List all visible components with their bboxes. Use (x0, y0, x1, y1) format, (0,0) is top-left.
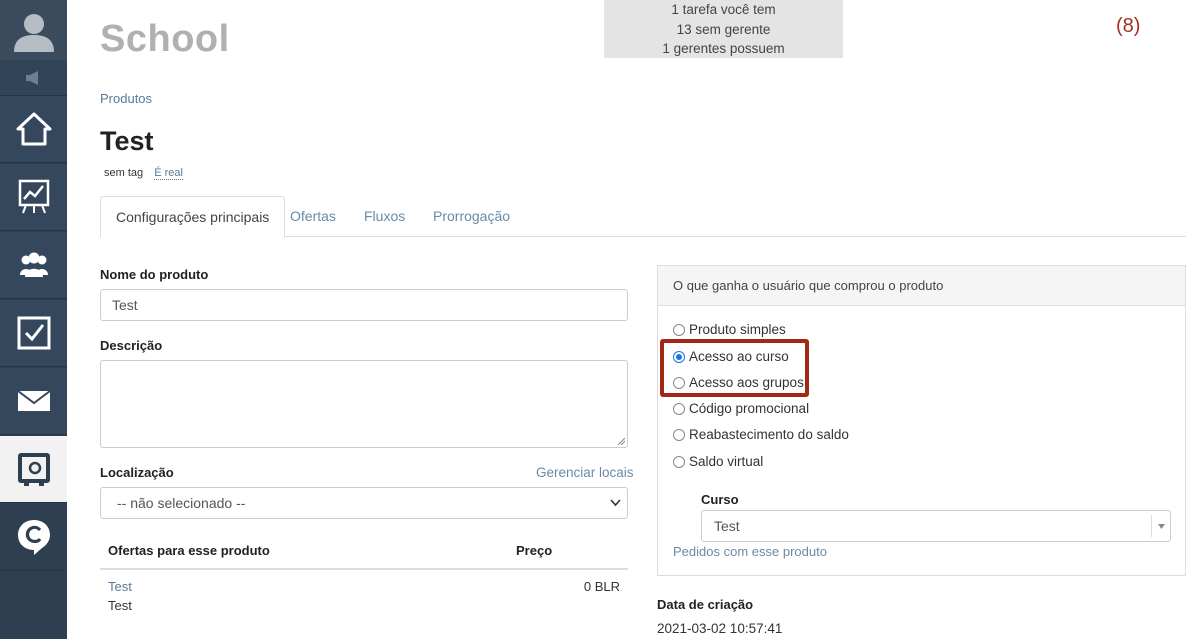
location-select[interactable]: -- não selecionado -- (100, 487, 628, 519)
radio-label: Código promocional (689, 401, 810, 416)
notifications-button[interactable] (0, 60, 67, 96)
price-column-header: Preço (516, 543, 553, 558)
users-icon (19, 252, 48, 277)
highlight-annotation (660, 339, 809, 397)
description-textarea[interactable] (100, 360, 628, 448)
radio-balance-refill[interactable]: Reabastecimento do saldo (673, 427, 849, 442)
location-select-value: -- não selecionado -- (117, 495, 246, 511)
product-name-label: Nome do produto (100, 267, 209, 282)
home-icon (16, 112, 51, 146)
orders-link[interactable]: Pedidos com esse produto (673, 544, 827, 559)
offers-column-header: Ofertas para esse produto (108, 543, 270, 558)
course-select-value: Test (714, 518, 740, 534)
safe-icon (17, 453, 50, 486)
offer-link[interactable]: Test (108, 579, 132, 594)
radio-virtual-balance[interactable]: Saldo virtual (673, 454, 763, 469)
offer-price: 0 BLR (583, 579, 620, 594)
created-date-label: Data de criação (657, 597, 754, 612)
select-divider (1151, 515, 1152, 537)
offer-name: Test (108, 598, 132, 613)
product-type-panel: O que ganha o usuário que comprou o prod… (657, 265, 1186, 576)
sidebar-item-users[interactable] (0, 232, 67, 299)
radio-button[interactable] (673, 428, 685, 441)
notification-counter[interactable]: (8) (1116, 15, 1140, 38)
user-avatar[interactable] (0, 0, 67, 60)
tag-label: sem tag (104, 167, 144, 179)
task-summary-line: 1 gerentes possuem (662, 41, 785, 56)
caret-down-icon (1158, 524, 1165, 529)
offers-table-header: Ofertas para esse produto Preço (100, 533, 628, 570)
tab-offers[interactable]: Ofertas (290, 196, 336, 237)
sidebar-item-products[interactable] (0, 436, 67, 503)
manage-locations-link[interactable]: Gerenciar locais (536, 465, 634, 480)
course-label: Curso (701, 492, 739, 507)
tab-bar: Configurações principais Ofertas Fluxos … (100, 196, 1186, 238)
course-select[interactable]: Test (701, 510, 1171, 542)
task-summary-line: 1 tarefa você tem (671, 2, 776, 17)
sidebar (0, 0, 67, 639)
tab-main-settings[interactable]: Configurações principais (100, 196, 286, 238)
radio-simple-product[interactable]: Produto simples (673, 322, 786, 337)
location-label: Localização (100, 465, 174, 480)
radio-label: Produto simples (689, 322, 786, 337)
avatar-icon (13, 14, 54, 52)
radio-label: Reabastecimento do saldo (689, 427, 849, 442)
product-tags: sem tag É real (104, 167, 183, 180)
radio-button[interactable] (673, 455, 685, 468)
tab-extension[interactable]: Prorrogação (433, 196, 510, 237)
resize-handle-icon[interactable] (617, 437, 625, 445)
task-summary-line: 13 sem gerente (676, 21, 771, 37)
sidebar-item-messages[interactable] (0, 368, 67, 435)
panel-heading: O que ganha o usuário que comprou o prod… (658, 266, 1185, 306)
radio-button[interactable] (673, 402, 685, 415)
chart-icon (18, 179, 49, 214)
sidebar-item-home[interactable] (0, 96, 67, 163)
radio-button[interactable] (673, 323, 685, 336)
sidebar-item-tasks[interactable] (0, 300, 67, 367)
sidebar-item-chat[interactable] (0, 504, 67, 571)
description-label: Descrição (100, 338, 163, 353)
checkbox-icon (17, 316, 50, 350)
task-summary[interactable]: 1 tarefa você tem 13 sem gerente 1 geren… (604, 0, 843, 58)
radio-label: Saldo virtual (689, 454, 764, 469)
radio-promo-code[interactable]: Código promocional (673, 401, 809, 416)
sidebar-item-stats[interactable] (0, 164, 67, 231)
table-row: Test Test 0 BLR (100, 577, 628, 622)
chevron-down-icon (610, 499, 621, 507)
product-name-input[interactable]: Test (100, 289, 628, 321)
breadcrumb-products[interactable]: Produtos (100, 91, 152, 106)
megaphone-icon (25, 70, 38, 85)
created-date-value: 2021-03-02 10:57:41 (657, 621, 783, 636)
real-link[interactable]: É real (154, 167, 183, 180)
chat-logo-icon (17, 520, 50, 555)
page-title: Test (100, 126, 154, 156)
tab-flows[interactable]: Fluxos (364, 196, 405, 237)
brand-title: School (100, 18, 230, 60)
mail-icon (16, 390, 51, 411)
